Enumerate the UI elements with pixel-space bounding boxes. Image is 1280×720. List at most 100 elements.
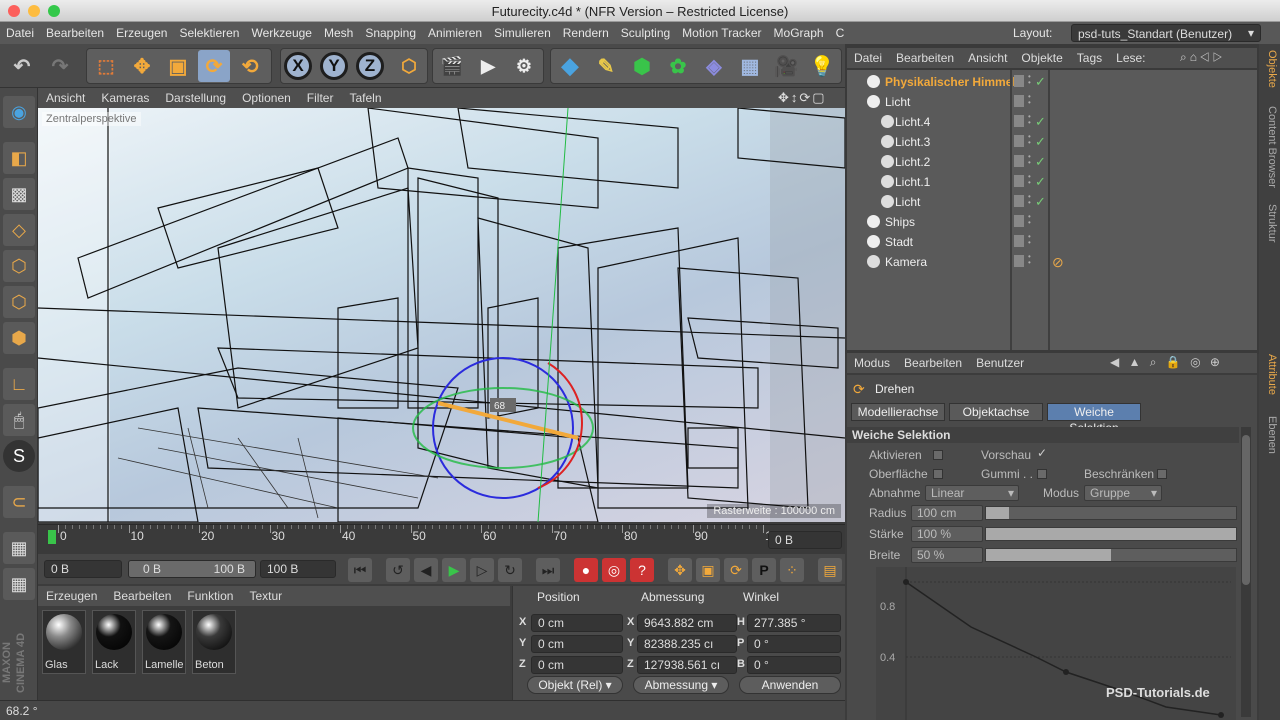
- model-mode-icon[interactable]: ◧: [3, 142, 35, 174]
- y-axis-lock-button[interactable]: Y: [320, 52, 348, 80]
- object-name[interactable]: Licht.4: [895, 115, 930, 129]
- keyframe-selection-button[interactable]: ?: [630, 558, 654, 582]
- layer-toggle[interactable]: [1014, 215, 1024, 227]
- position-x-field[interactable]: 0 cm: [531, 614, 623, 632]
- coordinate-mode-select[interactable]: Objekt (Rel) ▾: [527, 676, 623, 694]
- visibility-dots[interactable]: • •: [1028, 253, 1032, 268]
- record-keys-button[interactable]: ●: [574, 558, 598, 582]
- current-frame-field[interactable]: 0 B: [768, 531, 842, 549]
- object-row[interactable]: Physikalischer Himmel • • ✓: [847, 72, 1257, 92]
- visibility-dots[interactable]: • •: [1028, 73, 1032, 88]
- object-name[interactable]: Licht: [885, 95, 910, 109]
- object-menu-ansicht[interactable]: Ansicht: [961, 51, 1014, 65]
- subdivision-surface-icon[interactable]: ⬢: [626, 50, 658, 82]
- x-axis-lock-button[interactable]: X: [284, 52, 312, 80]
- polygons-mode-icon[interactable]: ⬢: [3, 322, 35, 354]
- object-row[interactable]: Licht.1 • • ✓: [847, 172, 1257, 192]
- layer-toggle[interactable]: [1014, 175, 1024, 187]
- layer-toggle[interactable]: [1014, 155, 1024, 167]
- material-menu-textur[interactable]: Textur: [241, 589, 290, 603]
- end-frame-field[interactable]: 100 B: [260, 560, 336, 578]
- menu-erzeugen[interactable]: Erzeugen: [110, 26, 173, 40]
- object-name[interactable]: Licht: [895, 195, 920, 209]
- key-parameter-button[interactable]: P: [752, 558, 776, 582]
- start-frame-field[interactable]: 0 B: [44, 560, 122, 578]
- points-mode-icon[interactable]: ⬡: [3, 250, 35, 282]
- modus-select[interactable]: Gruppe ▾: [1084, 485, 1162, 501]
- tab-attribute[interactable]: Attribute: [1261, 354, 1278, 395]
- layer-toggle[interactable]: [1014, 255, 1024, 267]
- magnet-icon[interactable]: ⊂: [3, 486, 35, 518]
- viewport-menu-tafeln[interactable]: Tafeln: [341, 91, 389, 105]
- object-name[interactable]: Ships: [885, 215, 915, 229]
- size-y-field[interactable]: 82388.235 cı: [637, 635, 737, 653]
- layer-toggle[interactable]: [1014, 95, 1024, 107]
- tab-weiche-selektion[interactable]: Weiche Selektion: [1047, 403, 1141, 435]
- object-manager-search-icons[interactable]: ⌕⌂◁▷: [1180, 50, 1225, 65]
- selection-tool-icon[interactable]: ⬚: [90, 50, 122, 82]
- position-y-field[interactable]: 0 cm: [531, 635, 623, 653]
- menu-mograph[interactable]: MoGraph: [768, 26, 830, 40]
- menu-animieren[interactable]: Animieren: [422, 26, 488, 40]
- layer-toggle[interactable]: [1014, 195, 1024, 207]
- viewport-nav-icons[interactable]: ✥↕⟳▢: [778, 90, 827, 106]
- material-lack[interactable]: Lack: [92, 610, 136, 674]
- enabled-check-icon[interactable]: ✓: [1035, 74, 1046, 90]
- menu-sculpting[interactable]: Sculpting: [615, 26, 676, 40]
- recent-tool-icon[interactable]: ⟲: [234, 50, 266, 82]
- enabled-check-icon[interactable]: ✓: [1035, 174, 1046, 190]
- enabled-check-icon[interactable]: ✓: [1035, 154, 1046, 170]
- layer-toggle[interactable]: [1014, 115, 1024, 127]
- workplane-mode-icon[interactable]: ◇: [3, 214, 35, 246]
- enabled-check-icon[interactable]: ✓: [1035, 194, 1046, 210]
- visibility-dots[interactable]: • •: [1028, 193, 1032, 208]
- next-key-button[interactable]: ↻: [498, 558, 522, 582]
- object-menu-bearbeiten[interactable]: Bearbeiten: [889, 51, 961, 65]
- object-row[interactable]: Stadt • •: [847, 232, 1257, 252]
- tab-objektachse[interactable]: Objektachse: [949, 403, 1043, 421]
- size-x-field[interactable]: 9643.882 cm: [637, 614, 737, 632]
- floor-icon[interactable]: ▦: [734, 50, 766, 82]
- attribute-menu-bearbeiten[interactable]: Bearbeiten: [897, 356, 969, 370]
- menu-rendern[interactable]: Rendern: [557, 26, 615, 40]
- attribute-nav-icons[interactable]: ◀ ▲ ⌕ 🔒 ◎ ⊕: [1110, 355, 1223, 370]
- enabled-check-icon[interactable]: ✓: [1035, 114, 1046, 130]
- deformer-icon[interactable]: ◈: [698, 50, 730, 82]
- object-name[interactable]: Licht.3: [895, 135, 930, 149]
- visibility-dots[interactable]: • •: [1028, 213, 1032, 228]
- object-menu-datei[interactable]: Datei: [847, 51, 889, 65]
- object-name[interactable]: Licht.2: [895, 155, 930, 169]
- play-button[interactable]: ▶: [442, 558, 466, 582]
- z-axis-lock-button[interactable]: Z: [356, 52, 384, 80]
- tab-struktur[interactable]: Struktur: [1261, 204, 1278, 243]
- spline-pen-icon[interactable]: ✎: [590, 50, 622, 82]
- size-mode-select[interactable]: Abmessung ▾: [633, 676, 729, 694]
- next-frame-button[interactable]: ▷: [470, 558, 494, 582]
- render-view-icon[interactable]: 🎬: [436, 50, 468, 82]
- undo-button[interactable]: ↶: [6, 50, 38, 82]
- auto-keying-button[interactable]: ◎: [602, 558, 626, 582]
- cube-icon[interactable]: ◆: [554, 50, 586, 82]
- object-name[interactable]: Stadt: [885, 235, 913, 249]
- object-row[interactable]: Licht.3 • • ✓: [847, 132, 1257, 152]
- angle-h-field[interactable]: 277.385 °: [747, 614, 841, 632]
- visibility-dots[interactable]: • •: [1028, 173, 1032, 188]
- coordinate-system-icon[interactable]: ⬡: [393, 50, 425, 82]
- staerke-slider[interactable]: [985, 527, 1237, 541]
- visibility-dots[interactable]: • •: [1028, 93, 1032, 108]
- material-beton[interactable]: Beton: [192, 610, 236, 674]
- material-glas[interactable]: Glas: [42, 610, 86, 674]
- lock-workplane-icon[interactable]: ▦: [3, 532, 35, 564]
- visibility-dots[interactable]: • •: [1028, 233, 1032, 248]
- apply-button[interactable]: Anwenden: [739, 676, 841, 694]
- menu-werkzeuge[interactable]: Werkzeuge: [245, 26, 317, 40]
- vorschau-checkbox[interactable]: ✓: [1037, 446, 1047, 460]
- rotate-tool-icon[interactable]: ⟳: [198, 50, 230, 82]
- breite-slider[interactable]: [985, 548, 1237, 562]
- menu-snapping[interactable]: Snapping: [359, 26, 422, 40]
- visibility-dots[interactable]: • •: [1028, 153, 1032, 168]
- menu-motion-tracker[interactable]: Motion Tracker: [676, 26, 767, 40]
- edges-mode-icon[interactable]: ⬡: [3, 286, 35, 318]
- object-row[interactable]: Licht.2 • • ✓: [847, 152, 1257, 172]
- object-name[interactable]: Kamera: [885, 255, 927, 269]
